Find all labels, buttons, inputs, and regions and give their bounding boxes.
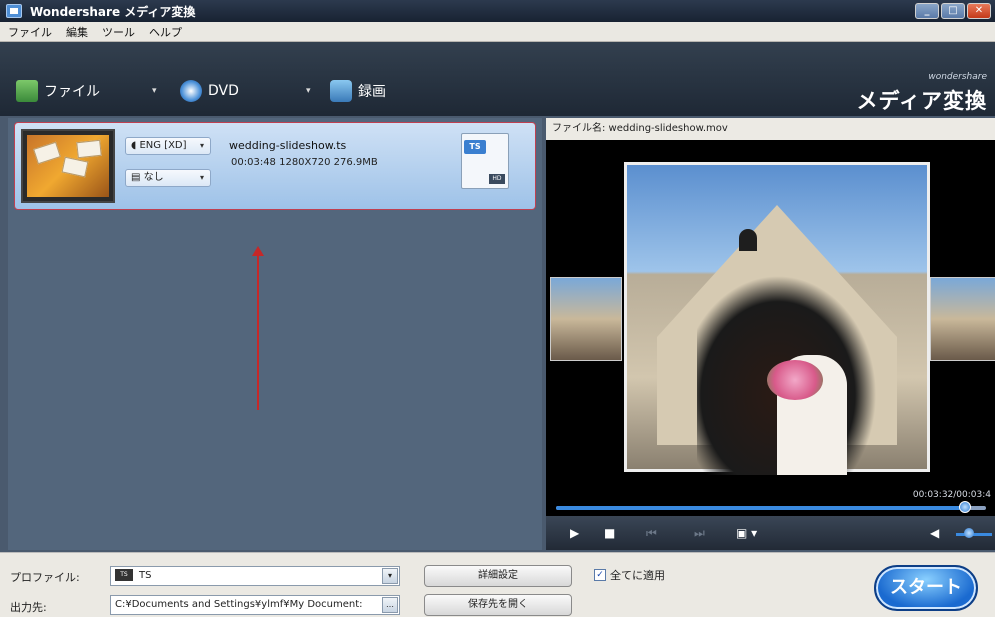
dvd-dropdown-arrow[interactable]: ▾ bbox=[306, 86, 311, 96]
record-button[interactable]: 録画 bbox=[330, 80, 386, 102]
profile-select[interactable]: TS TS ▾ bbox=[110, 566, 400, 586]
menu-file[interactable]: ファイル bbox=[8, 24, 52, 40]
snapshot-camera-icon[interactable]: ▣ ▾ bbox=[736, 526, 757, 540]
add-file-label: ファイル bbox=[44, 84, 100, 100]
main-toolbar: ファイル ▾ DVD ▾ 録画 wondershare メディア変換 bbox=[0, 42, 995, 116]
menu-tools[interactable]: ツール bbox=[102, 24, 135, 40]
hd-badge: HD bbox=[489, 174, 505, 184]
record-label: 録画 bbox=[358, 84, 386, 100]
output-path-field[interactable]: C:¥Documents and Settings¥ylmf¥My Docume… bbox=[110, 595, 400, 615]
checkmark-icon[interactable]: ✓ bbox=[594, 569, 606, 581]
film-icon bbox=[16, 80, 38, 102]
advanced-settings-button[interactable]: 詳細設定 bbox=[424, 565, 572, 587]
ts-format-icon: TS bbox=[115, 569, 133, 581]
slideshow-side-photo-left bbox=[550, 277, 622, 361]
subtitle-dropdown[interactable]: ▤ なし ▾ bbox=[125, 169, 211, 187]
apply-to-all-label: 全てに適用 bbox=[610, 569, 665, 582]
dvd-button[interactable]: DVD bbox=[180, 80, 239, 102]
dvd-icon bbox=[180, 80, 202, 102]
previous-frame-icon[interactable]: ⏮ bbox=[646, 526, 657, 541]
title-bar: Wondershare メディア変換 _ □ ✕ bbox=[0, 0, 995, 22]
output-format-icon[interactable]: TS HD bbox=[461, 133, 509, 189]
window-controls: _ □ ✕ bbox=[915, 3, 991, 19]
audio-track-dropdown[interactable]: ◖ ENG [XD] ▾ bbox=[125, 137, 211, 155]
file-list-panel: ◖ ENG [XD] ▾ ▤ なし ▾ wedding-slideshow.ts… bbox=[8, 118, 542, 550]
brand-logo-text: wondershare bbox=[928, 72, 987, 82]
chevron-down-icon: ▾ bbox=[199, 173, 204, 182]
video-thumbnail bbox=[21, 129, 115, 203]
volume-icon[interactable]: ◀ bbox=[930, 526, 939, 540]
bottom-settings-bar: プロファイル: TS TS ▾ 出力先: C:¥Documents and Set… bbox=[0, 552, 995, 617]
minimize-button[interactable]: _ bbox=[915, 3, 939, 19]
apply-to-all-checkbox[interactable]: ✓ 全てに適用 bbox=[594, 567, 665, 583]
maximize-button[interactable]: □ bbox=[941, 3, 965, 19]
output-label: 出力先: bbox=[10, 601, 47, 614]
browse-button[interactable]: … bbox=[382, 597, 398, 613]
file-name: wedding-slideshow.ts bbox=[229, 139, 347, 152]
start-button[interactable]: スタート bbox=[874, 565, 978, 611]
slideshow-main-photo bbox=[624, 162, 930, 475]
progress-fill bbox=[556, 506, 965, 510]
file-list-item[interactable]: ◖ ENG [XD] ▾ ▤ なし ▾ wedding-slideshow.ts… bbox=[14, 122, 536, 210]
annotation-arrow-head bbox=[252, 246, 264, 256]
volume-slider[interactable] bbox=[956, 533, 992, 536]
file-info: 00:03:48 1280X720 276.9MB bbox=[231, 157, 378, 168]
playback-progress-bar[interactable] bbox=[556, 501, 986, 513]
app-icon bbox=[6, 4, 22, 18]
volume-slider-knob[interactable] bbox=[964, 528, 974, 538]
player-controls: ▶ ■ ⏮ ⏭ ▣ ▾ ◀ bbox=[546, 516, 995, 550]
dvd-label: DVD bbox=[208, 83, 239, 99]
subtitle-icon: ▤ bbox=[131, 172, 144, 183]
window-title: Wondershare メディア変換 bbox=[30, 4, 196, 19]
chevron-down-icon[interactable]: ▾ bbox=[382, 568, 398, 584]
add-file-button[interactable]: ファイル bbox=[16, 80, 100, 102]
chevron-down-icon: ▾ bbox=[199, 141, 204, 150]
slideshow-side-photo-right bbox=[930, 277, 995, 361]
format-badge: TS bbox=[464, 140, 486, 154]
profile-label: プロファイル: bbox=[10, 571, 80, 584]
preview-filename: ファイル名: wedding-slideshow.mov bbox=[546, 118, 995, 140]
stop-icon[interactable]: ■ bbox=[604, 526, 615, 540]
annotation-arrow bbox=[257, 252, 259, 410]
menu-edit[interactable]: 編集 bbox=[66, 24, 88, 40]
progress-slider-knob[interactable] bbox=[958, 501, 971, 513]
brand-product-name: メディア変換 bbox=[856, 89, 987, 113]
close-button[interactable]: ✕ bbox=[967, 3, 991, 19]
preview-panel: ファイル名: wedding-slideshow.mov 00:03:32/00… bbox=[546, 118, 995, 550]
menu-bar: ファイル 編集 ツール ヘルプ bbox=[0, 22, 995, 42]
play-icon[interactable]: ▶ bbox=[570, 526, 579, 540]
video-preview[interactable] bbox=[546, 140, 995, 490]
menu-help[interactable]: ヘルプ bbox=[149, 24, 182, 40]
file-dropdown-arrow[interactable]: ▾ bbox=[152, 86, 157, 96]
open-output-folder-button[interactable]: 保存先を開く bbox=[424, 594, 572, 616]
record-icon bbox=[330, 80, 352, 102]
playback-timecode: 00:03:32/00:03:4 bbox=[912, 490, 991, 500]
next-frame-icon[interactable]: ⏭ bbox=[694, 526, 705, 541]
